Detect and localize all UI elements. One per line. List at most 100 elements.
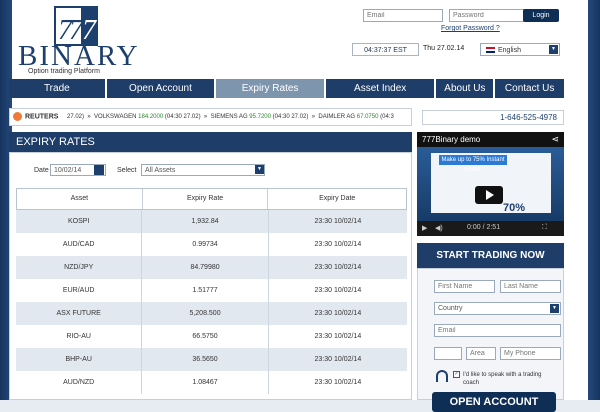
- column-header-asset[interactable]: Asset: [17, 189, 142, 209]
- phone-number: 1-646-525-4978: [422, 110, 564, 125]
- cell-asset: RIO-AU: [66, 333, 91, 340]
- cell-asset: KOSPI: [67, 218, 90, 225]
- login-email-input[interactable]: [363, 9, 443, 22]
- table-header: Asset Expiry Rate Expiry Date: [16, 188, 407, 210]
- play-control-icon[interactable]: ▶: [422, 224, 427, 232]
- clock-display: 04:37:37 EST: [352, 43, 419, 56]
- table-row: AUD/NZD 1.08467 23:30 10/02/14: [16, 371, 407, 394]
- language-select[interactable]: English ▼: [480, 43, 560, 56]
- forgot-password-link[interactable]: Forgot Password ?: [441, 25, 500, 32]
- video-banner: Make up to 75% Instant Profit!: [439, 155, 507, 173]
- calendar-icon[interactable]: [94, 165, 104, 175]
- cell-rate: 84.79980: [141, 256, 267, 279]
- ticker-item-name: SIEMENS AG: [210, 114, 248, 120]
- ticker-item-value: 67.0750: [356, 114, 379, 120]
- cell-rate: 5,208.500: [141, 302, 267, 325]
- cell-rate: 1.51777: [141, 279, 267, 302]
- news-ticker: REUTERS 27.02) » VOLKSWAGEN 184.2000 (04…: [9, 108, 412, 126]
- cell-date: 23:30 10/02/14: [267, 371, 407, 394]
- nav-contact-us[interactable]: Contact Us: [495, 79, 565, 98]
- video-title: 777Binary demo: [422, 135, 481, 144]
- table-row: NZD/JPY 84.79980 23:30 10/02/14: [16, 256, 407, 279]
- column-header-date[interactable]: Expiry Date: [267, 189, 406, 209]
- cell-rate: 36.5650: [141, 348, 267, 371]
- phone-input[interactable]: [500, 347, 561, 360]
- chevron-down-icon: ▼: [550, 304, 559, 313]
- ticker-lead: 27.02): [67, 114, 85, 120]
- asset-select[interactable]: All Assets: [141, 164, 265, 176]
- last-name-input[interactable]: [500, 280, 561, 293]
- video-percent: 70%: [503, 202, 526, 214]
- speak-with-coach-label: I'd like to speak with a trading coach: [463, 372, 542, 386]
- ticker-text: 27.02) » VOLKSWAGEN 184.2000 (04:30 27.0…: [67, 114, 394, 120]
- expiry-table: Asset Expiry Rate Expiry Date KOSPI 1,932…: [16, 188, 407, 394]
- ticker-item-time: (04:30 27.02): [272, 114, 309, 120]
- cell-asset: EUR/AUD: [62, 287, 95, 294]
- asset-select-value: All Assets: [145, 167, 176, 174]
- reuters-icon: [13, 112, 22, 121]
- right-frame: [588, 0, 600, 400]
- country-select-value: Country: [438, 305, 463, 312]
- video-thumbnail[interactable]: Make up to 75% Instant Profit! 70%: [417, 147, 564, 221]
- chevron-down-icon: ▼: [549, 45, 558, 54]
- nav-open-account[interactable]: Open Account: [106, 79, 215, 98]
- phone-country-code-input[interactable]: [434, 347, 462, 360]
- table-row: BHP-AU 36.5650 23:30 10/02/14: [16, 348, 407, 371]
- ticker-item-time: (04:30 27.02): [164, 114, 201, 120]
- area-code-input[interactable]: [466, 347, 496, 360]
- date-label: Date: [34, 167, 49, 174]
- nav-about-us[interactable]: About Us: [436, 79, 494, 98]
- volume-icon[interactable]: ◀): [435, 224, 443, 232]
- open-account-button[interactable]: OPEN ACCOUNT: [432, 392, 556, 412]
- demo-video-player[interactable]: 777Binary demo ⋖ Make up to 75% Instant …: [417, 132, 564, 236]
- table-row: RIO-AU 66.5750 23:30 10/02/14: [16, 325, 407, 348]
- play-icon[interactable]: [475, 186, 503, 204]
- cell-asset: AUD/CAD: [62, 241, 95, 248]
- current-date: Thu 27.02.14: [423, 45, 465, 52]
- cell-date: 23:30 10/02/14: [267, 233, 407, 256]
- table-row: EUR/AUD 1.51777 23:30 10/02/14: [16, 279, 407, 302]
- login-password-input[interactable]: [449, 9, 529, 22]
- cell-asset: NZD/JPY: [64, 264, 94, 271]
- cell-date: 23:30 10/02/14: [267, 302, 407, 325]
- login-button[interactable]: Login: [523, 9, 559, 22]
- chevron-down-icon: ▼: [255, 165, 264, 174]
- table-body: KOSPI 1,932.84 23:30 10/02/14 AUD/CAD 0.997…: [16, 210, 407, 394]
- first-name-input[interactable]: [434, 280, 495, 293]
- column-header-rate[interactable]: Expiry Rate: [141, 189, 268, 209]
- nav-expiry-rates[interactable]: Expiry Rates: [216, 79, 324, 98]
- table-row: KOSPI 1,932.84 23:30 10/02/14: [16, 210, 407, 233]
- ticker-item-value: 184.2000: [138, 114, 164, 120]
- nav-asset-index[interactable]: Asset Index: [325, 79, 435, 98]
- cell-date: 23:30 10/02/14: [267, 279, 407, 302]
- table-row: ASX FUTURE 5,208.500 23:30 10/02/14: [16, 302, 407, 325]
- cell-asset: ASX FUTURE: [56, 310, 101, 317]
- logo-tagline: Option trading Platform: [28, 68, 100, 75]
- ticker-item-name: DAIMLER AG: [318, 114, 356, 120]
- cell-date: 23:30 10/02/14: [267, 256, 407, 279]
- country-select[interactable]: Country ▼: [434, 302, 561, 315]
- uk-flag-icon: [486, 47, 495, 53]
- cell-date: 23:30 10/02/14: [267, 348, 407, 371]
- site-logo[interactable]: 7 7 7 BINARY Option trading Platform: [18, 6, 138, 76]
- nav-trade[interactable]: Trade: [9, 79, 105, 98]
- share-icon[interactable]: ⋖: [551, 134, 559, 145]
- ticker-item-time: (04:3: [380, 114, 394, 120]
- speak-checkbox[interactable]: ✓: [453, 371, 460, 378]
- start-trading-header: START TRADING NOW: [417, 243, 564, 268]
- cell-rate: 1.08467: [141, 371, 267, 394]
- ticker-item-name: VOLKSWAGEN: [94, 114, 137, 120]
- language-value: English: [498, 47, 521, 54]
- cell-date: 23:30 10/02/14: [267, 325, 407, 348]
- expiry-rates-header: EXPIRY RATES: [9, 132, 412, 152]
- ticker-item-value: 95.7200: [249, 114, 271, 120]
- fullscreen-icon[interactable]: ⛶: [542, 224, 547, 232]
- cell-rate: 0.99734: [141, 233, 267, 256]
- table-row: AUD/CAD 0.99734 23:30 10/02/14: [16, 233, 407, 256]
- signup-email-input[interactable]: [434, 324, 561, 337]
- cell-rate: 1,932.84: [141, 210, 267, 233]
- cell-asset: BHP-AU: [65, 356, 92, 363]
- video-time: 0:00 / 2:51: [467, 224, 501, 231]
- video-controls: ▶ ◀) 0:00 / 2:51 ⛶: [417, 221, 564, 236]
- reuters-label: REUTERS: [25, 113, 59, 121]
